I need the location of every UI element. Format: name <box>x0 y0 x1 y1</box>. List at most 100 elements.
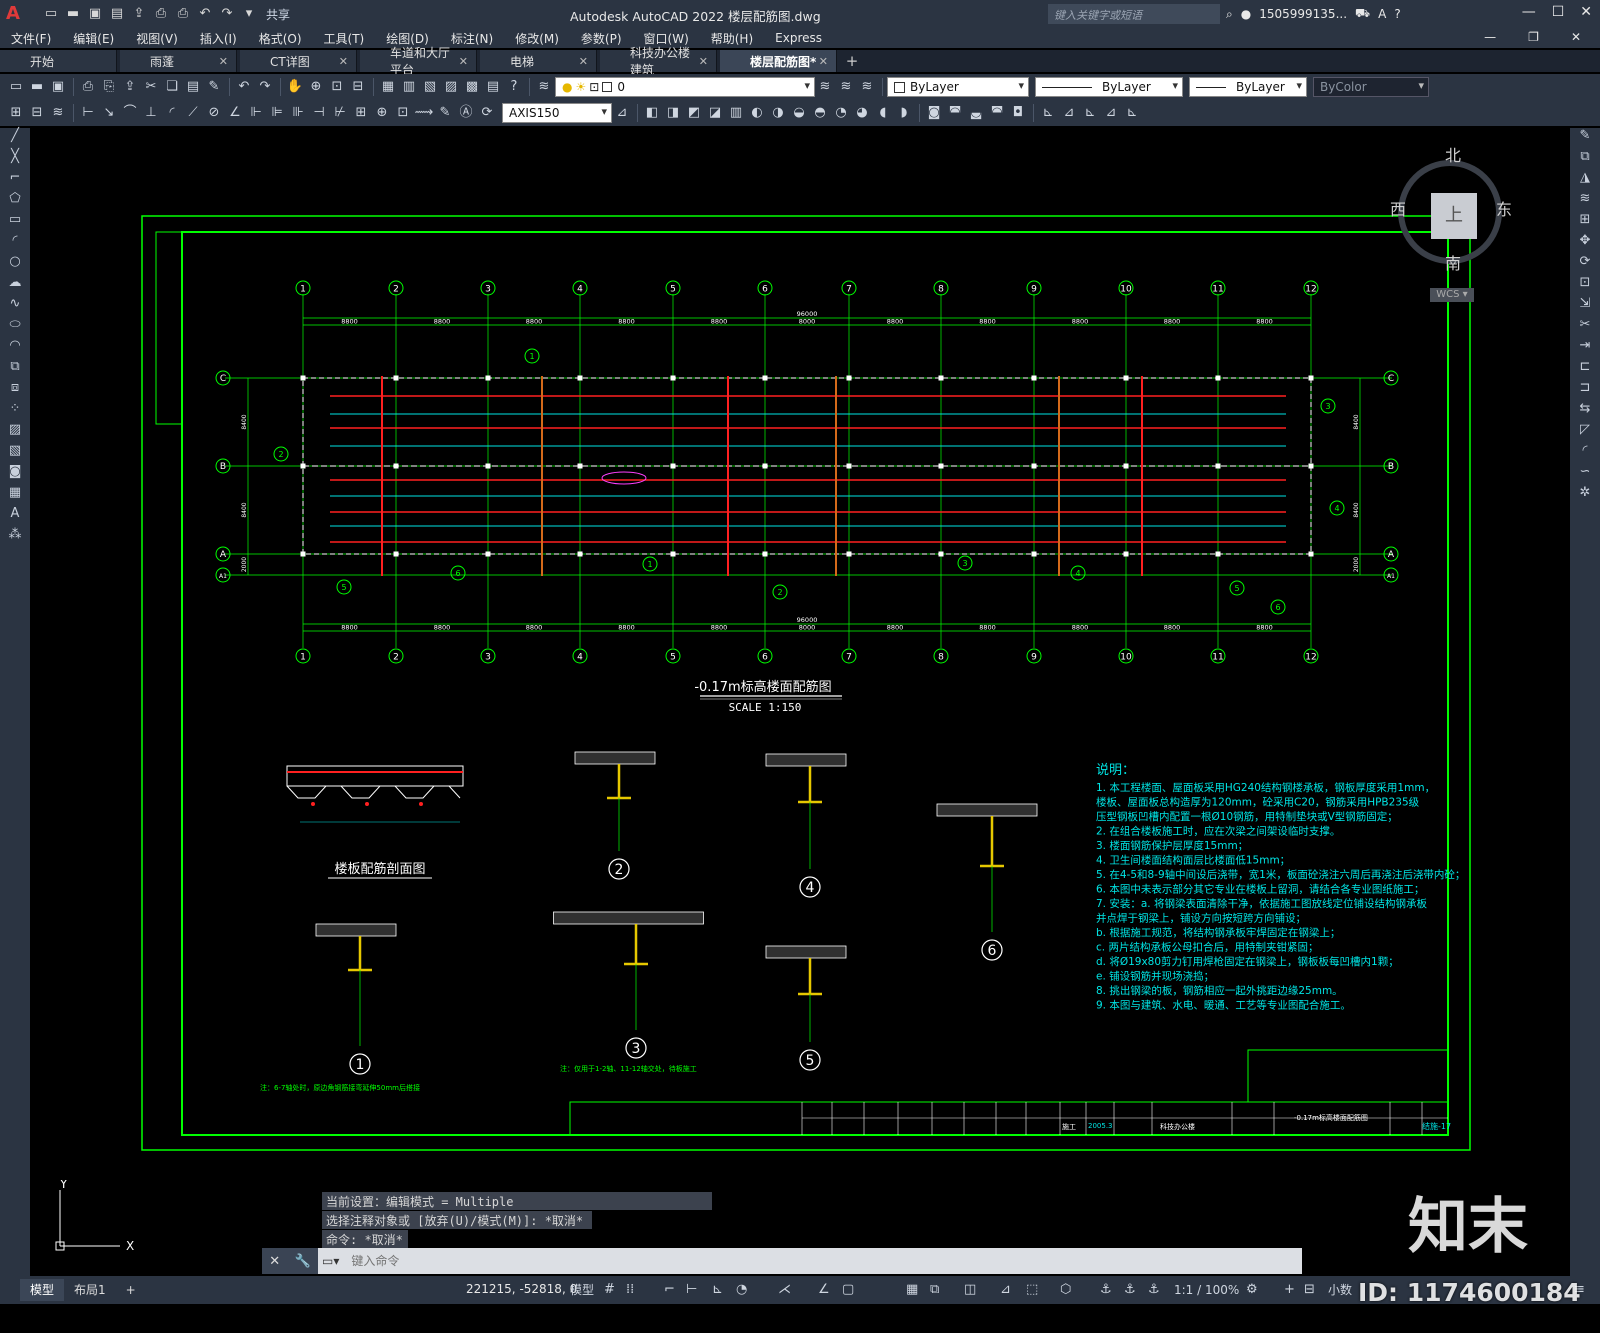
tool-palettes-icon[interactable]: ▧ <box>420 77 440 97</box>
jogged-dim-icon[interactable]: ⟋ <box>183 103 203 123</box>
dynamic-ucs-icon[interactable]: ⊿ <box>1000 1280 1011 1300</box>
inspection-icon[interactable]: ⊡ <box>393 103 413 123</box>
menu-modify[interactable]: 修改(M) <box>504 30 570 47</box>
close-icon[interactable]: ✕ <box>1580 4 1592 20</box>
tab-ct-detail[interactable]: CT详图 ✕ <box>240 50 357 72</box>
new-tab-button[interactable]: + <box>840 50 864 72</box>
dim-edit-icon[interactable]: ✎ <box>435 103 455 123</box>
gizmo-icon[interactable]: ⬡ <box>1060 1280 1071 1300</box>
command-input[interactable] <box>343 1250 1302 1272</box>
tab-office-building[interactable]: 科技办公楼建筑 ✕ <box>600 46 717 77</box>
layer-walk-icon[interactable]: ⊟ <box>27 103 47 123</box>
union-icon[interactable]: ◓ <box>810 103 830 123</box>
region-icon[interactable]: ◙ <box>0 464 30 485</box>
publish-icon[interactable]: ⇪ <box>120 77 140 97</box>
compass-west[interactable]: 西 <box>1390 196 1406 220</box>
ellipse-icon[interactable]: ⬭ <box>0 317 30 338</box>
new-file-icon[interactable]: ▭ <box>42 5 60 23</box>
user-account[interactable]: ⌕ ● 1505999135... ⛟ A ? <box>1226 6 1401 22</box>
polar-tracking-icon[interactable]: ◔ <box>736 1280 747 1300</box>
customize-qat-icon[interactable]: ▾ <box>240 5 258 23</box>
multiline-text-icon[interactable]: A <box>0 506 30 527</box>
close-icon[interactable]: ✕ <box>459 55 468 68</box>
layout-tab-model[interactable]: 模型 <box>20 1279 65 1301</box>
continue-dim-icon[interactable]: ⊪ <box>288 103 308 123</box>
zoom-realtime-icon[interactable]: ⊕ <box>306 77 326 97</box>
wcs-dropdown[interactable]: WCS ▾ <box>1430 288 1474 302</box>
break-at-point-icon[interactable]: ⊏ <box>1570 359 1600 380</box>
3d-wedge-icon[interactable]: ◨ <box>663 103 683 123</box>
close-icon[interactable]: ✕ <box>699 55 708 68</box>
export-icon[interactable]: ⇪ <box>130 5 148 23</box>
3d-osnap-icon[interactable]: ◫ <box>964 1280 976 1300</box>
transparency-icon[interactable]: ▦ <box>906 1280 918 1300</box>
workspace-gear-icon[interactable]: ⚙ <box>1246 1280 1258 1300</box>
annotation-scale-icon[interactable]: ⚓ <box>1148 1280 1160 1300</box>
ucs-object-icon[interactable]: ⊾ <box>1122 103 1142 123</box>
close-icon[interactable]: ✕ <box>219 55 228 68</box>
annotation-visibility-icon[interactable]: ⚓ <box>1100 1280 1112 1300</box>
camera-icon[interactable]: ◘ <box>1008 103 1028 123</box>
section-icon[interactable]: ◗ <box>894 103 914 123</box>
dim-space-icon[interactable]: ⊣ <box>309 103 329 123</box>
quick-select-icon[interactable]: ⊞ <box>6 103 26 123</box>
zoom-window-icon[interactable]: ⊡ <box>327 77 347 97</box>
sweep-icon[interactable]: ◑ <box>768 103 788 123</box>
drawing-svg[interactable]: 科技办公楼 -0.17m标高楼面配筋图 施工 2005.3 结施-17 1122… <box>30 128 1570 1276</box>
polyline-icon[interactable]: ⌐ <box>0 170 30 191</box>
break-icon[interactable]: ⊐ <box>1570 380 1600 401</box>
layer-properties-icon[interactable]: ≋ <box>534 77 554 97</box>
menu-file[interactable]: 文件(F) <box>0 30 62 47</box>
dynamic-input-icon[interactable]: ⊢ <box>686 1280 697 1300</box>
make-current-icon[interactable]: ≋ <box>815 77 835 97</box>
ortho-icon[interactable]: ⊾ <box>712 1280 723 1300</box>
redo-icon[interactable]: ↷ <box>255 77 275 97</box>
command-recent-icon[interactable]: ▭▾ <box>318 1254 343 1268</box>
menu-tools[interactable]: 工具(T) <box>313 30 376 47</box>
gradient-icon[interactable]: ▧ <box>0 443 30 464</box>
center-mark-icon[interactable]: ⊕ <box>372 103 392 123</box>
baseline-dim-icon[interactable]: ⊫ <box>267 103 287 123</box>
object-snap-tracking-icon[interactable]: ∠ <box>818 1280 830 1300</box>
layer-dropdown[interactable]: ● ☀ ⊡ 0 <box>555 77 815 97</box>
plotstyle-dropdown[interactable]: ByColor <box>1313 77 1429 97</box>
rectangle-icon[interactable]: ▭ <box>0 212 30 233</box>
add-icon[interactable]: + <box>1284 1280 1295 1300</box>
doc-close-icon[interactable]: ✕ <box>1560 30 1592 44</box>
cart-icon[interactable]: ⛟ <box>1355 6 1370 22</box>
materials-icon[interactable]: ◚ <box>987 103 1007 123</box>
undo-icon[interactable]: ↶ <box>196 5 214 23</box>
tab-driveway[interactable]: 车道和大厅平台 ✕ <box>360 46 477 77</box>
new-icon[interactable]: ▭ <box>6 77 26 97</box>
coordinates-readout[interactable]: 221215, -52818, 0 <box>466 1282 577 1296</box>
viewcube-face[interactable]: 上 <box>1431 193 1477 239</box>
menu-help[interactable]: 帮助(H) <box>700 30 764 47</box>
trim-icon[interactable]: ✂ <box>1570 317 1600 338</box>
offset-icon[interactable]: ≋ <box>1570 191 1600 212</box>
linear-dim-icon[interactable]: ⊢ <box>78 103 98 123</box>
hatch-icon[interactable]: ▨ <box>0 422 30 443</box>
search-input[interactable]: 键入关键字或短语 <box>1048 4 1220 24</box>
slice-icon[interactable]: ◖ <box>873 103 893 123</box>
polygon-icon[interactable]: ⬠ <box>0 191 30 212</box>
model-space-toggle[interactable]: 模型 <box>570 1280 594 1300</box>
plot-preview-icon[interactable]: ⎘ <box>99 77 119 97</box>
jogged-linear-icon[interactable]: ⟿ <box>414 103 434 123</box>
aligned-dim-icon[interactable]: ↘ <box>99 103 119 123</box>
compass-east[interactable]: 东 <box>1496 196 1512 220</box>
compass-south[interactable]: 南 <box>1445 250 1461 274</box>
point-icon[interactable]: ⁘ <box>0 401 30 422</box>
save-as-icon[interactable]: ▤ <box>108 5 126 23</box>
save-icon[interactable]: ▣ <box>86 5 104 23</box>
dim-style-icon[interactable]: ⊿ <box>612 103 632 123</box>
add-selected-icon[interactable]: ⁂ <box>0 527 30 548</box>
linetype-dropdown[interactable]: ByLayer <box>1035 77 1183 97</box>
layer-iso-icon[interactable]: ≋ <box>48 103 68 123</box>
menu-format[interactable]: 格式(O) <box>248 30 313 47</box>
layer-match-icon[interactable]: ≋ <box>857 77 877 97</box>
arc-length-icon[interactable]: ⌒ <box>120 103 140 123</box>
layout-tab-1[interactable]: 布局1 <box>64 1279 116 1301</box>
close-icon[interactable]: ✕ <box>269 1254 280 1269</box>
mirror-icon[interactable]: ◮ <box>1570 170 1600 191</box>
maximize-icon[interactable]: ☐ <box>1552 4 1565 20</box>
